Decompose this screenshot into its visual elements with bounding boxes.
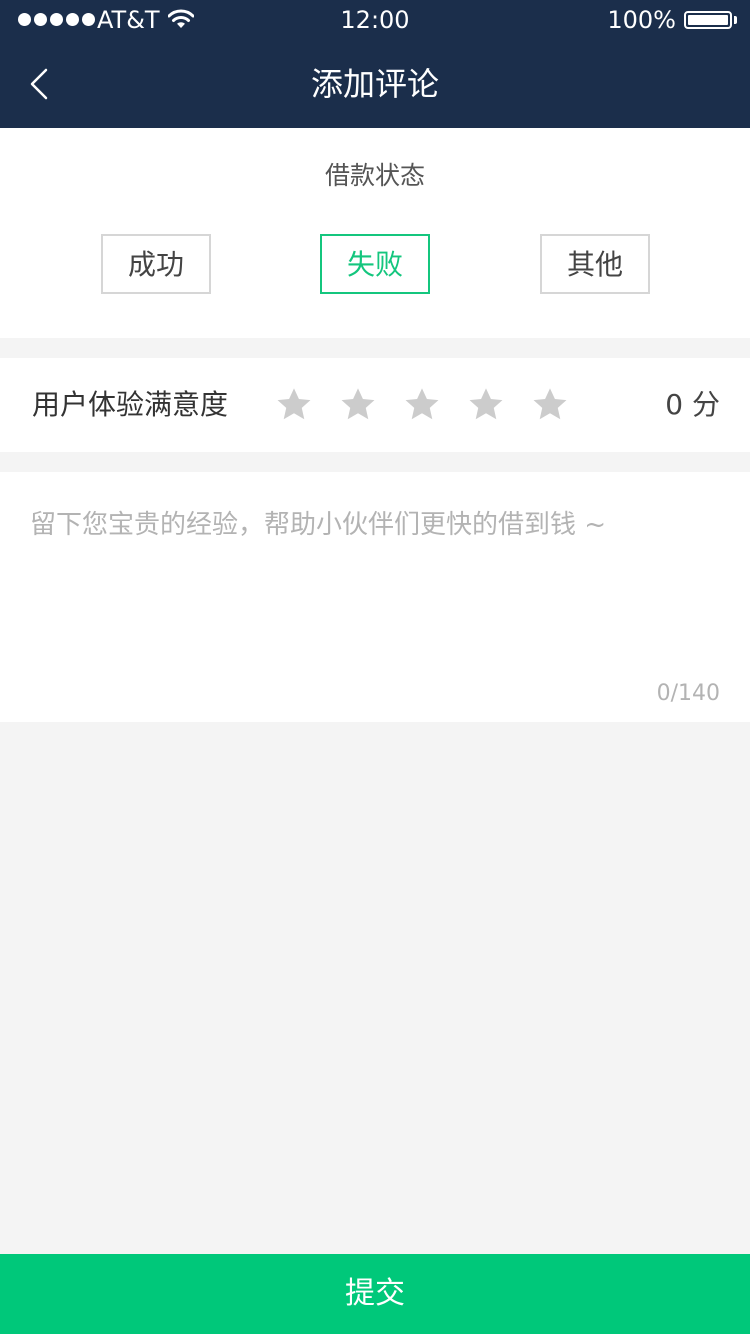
- loan-status-title: 借款状态: [324, 161, 425, 190]
- star-icon[interactable]: [339, 386, 377, 424]
- comment-input[interactable]: [30, 508, 720, 648]
- comment-section: 0/140: [0, 472, 750, 722]
- submit-button[interactable]: 提交: [0, 1254, 750, 1334]
- loan-status-section: 借款状态 成功 失败 其他: [0, 128, 750, 338]
- satisfaction-rating-row: 用户体验满意度 0 分: [0, 358, 750, 452]
- status-option-failed[interactable]: 失败: [320, 234, 430, 294]
- star-icon[interactable]: [467, 386, 505, 424]
- status-option-success[interactable]: 成功: [101, 234, 211, 294]
- star-icon[interactable]: [403, 386, 441, 424]
- star-icon[interactable]: [275, 386, 313, 424]
- rating-label: 用户体验满意度: [32, 388, 229, 421]
- status-option-other[interactable]: 其他: [540, 234, 650, 294]
- status-bar: AT&T 12:00 100%: [0, 0, 750, 40]
- battery-percentage: 100%: [607, 6, 676, 34]
- battery-icon: [684, 11, 732, 29]
- char-counter: 0/140: [656, 681, 720, 706]
- nav-bar: 添加评论: [0, 40, 750, 128]
- rating-score: 0 分: [665, 388, 720, 421]
- star-icon[interactable]: [531, 386, 569, 424]
- page-title: 添加评论: [310, 65, 439, 103]
- battery-tip: [734, 16, 737, 24]
